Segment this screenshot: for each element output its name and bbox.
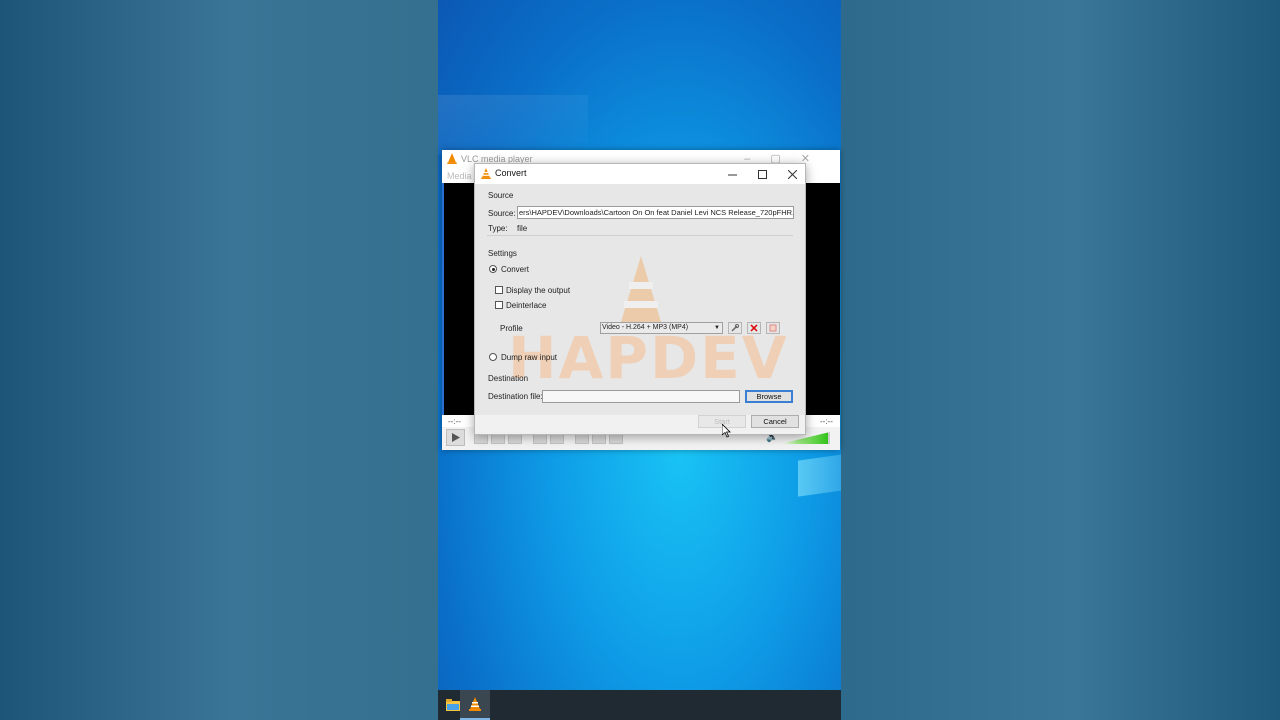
profile-dropdown[interactable]: Video - H.264 + MP3 (MP4) ▼ — [600, 322, 723, 334]
light-beam — [798, 449, 841, 497]
vlc-cone-icon — [481, 168, 491, 179]
close-button[interactable] — [777, 164, 807, 184]
maximize-button[interactable] — [747, 164, 777, 184]
divider — [487, 235, 793, 236]
source-section-label: Source — [488, 191, 514, 200]
minimize-icon — [727, 174, 737, 175]
type-value: file — [517, 224, 528, 233]
destination-file-label: Destination file: — [488, 392, 543, 401]
profile-selected-value: Video - H.264 + MP3 (MP4) — [602, 324, 689, 331]
profile-label: Profile — [500, 324, 523, 333]
new-profile-icon — [769, 324, 777, 332]
destination-file-input[interactable] — [542, 390, 740, 403]
total-time: --:-- — [820, 417, 833, 426]
display-output-checkbox[interactable] — [495, 286, 503, 294]
new-profile-button[interactable] — [766, 322, 780, 334]
settings-section-label: Settings — [488, 249, 517, 258]
type-label: Type: — [488, 224, 508, 233]
chevron-down-icon: ▼ — [714, 325, 720, 331]
browse-button[interactable]: Browse — [745, 390, 793, 403]
menu-media[interactable]: Media — [447, 171, 472, 181]
vlc-cone-icon — [447, 153, 457, 164]
close-icon — [787, 169, 797, 179]
destination-section-label: Destination — [488, 374, 529, 383]
elapsed-time: --:-- — [448, 417, 461, 426]
deinterlace-label[interactable]: Deinterlace — [506, 301, 546, 310]
dialog-title: Convert — [495, 168, 527, 178]
delete-icon — [750, 324, 758, 332]
mouse-cursor-icon — [722, 424, 731, 438]
play-button[interactable] — [446, 429, 465, 446]
vlc-taskbar-icon[interactable] — [460, 690, 490, 720]
dump-raw-radio[interactable] — [489, 353, 497, 361]
delete-profile-button[interactable] — [747, 322, 761, 334]
deinterlace-checkbox[interactable] — [495, 301, 503, 309]
play-icon — [451, 433, 460, 442]
edit-profile-button[interactable] — [728, 322, 742, 334]
dump-raw-label[interactable]: Dump raw input — [501, 353, 557, 362]
light-streak — [438, 95, 588, 155]
taskbar — [438, 690, 841, 720]
source-label: Source: — [488, 209, 516, 218]
source-field[interactable]: ers\HAPDEV\Downloads\Cartoon On On feat … — [517, 206, 794, 219]
convert-dialog: Convert HAPDEV Source Source: ers\HAPDEV… — [474, 163, 806, 435]
cancel-button[interactable]: Cancel — [751, 415, 799, 428]
maximize-icon — [757, 169, 767, 179]
dialog-title-bar: Convert — [475, 164, 805, 184]
display-output-label[interactable]: Display the output — [506, 286, 570, 295]
minimize-button[interactable] — [717, 164, 747, 184]
convert-radio[interactable] — [489, 265, 497, 273]
convert-radio-label[interactable]: Convert — [501, 265, 529, 274]
wrench-icon — [731, 324, 739, 332]
